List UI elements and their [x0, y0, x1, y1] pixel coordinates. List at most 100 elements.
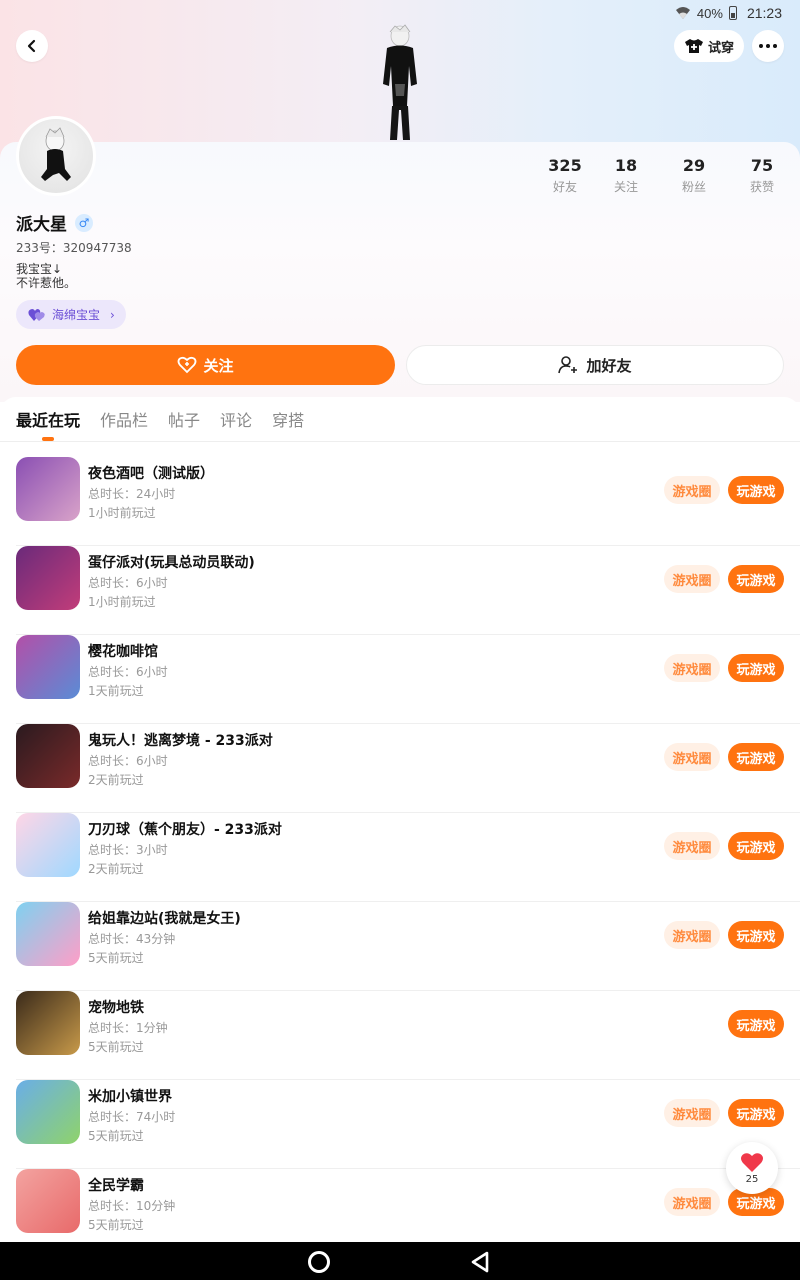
- game-total-duration: 总时长：1分钟: [88, 1021, 168, 1035]
- home-nav-icon[interactable]: [308, 1251, 330, 1273]
- game-row[interactable]: 刀刃球（蕉个朋友）- 233派对 总时长：3小时 2天前玩过 游戏圈 玩游戏: [0, 813, 800, 902]
- game-name: 米加小镇世界: [88, 1089, 172, 1105]
- game-icon[interactable]: [16, 991, 80, 1055]
- like-count: 25: [745, 1173, 759, 1185]
- game-name: 鬼玩人！逃离梦境 - 233派对: [88, 733, 273, 749]
- bio-line: 我宝宝↓: [16, 262, 63, 276]
- back-button[interactable]: [16, 30, 48, 62]
- game-circle-button[interactable]: 游戏圈: [664, 654, 720, 682]
- game-total-duration: 总时长：6小时: [88, 754, 168, 768]
- game-total-duration: 总时长：6小时: [88, 576, 168, 590]
- game-circle-button[interactable]: 游戏圈: [664, 1188, 720, 1216]
- game-icon[interactable]: [16, 457, 80, 521]
- stat-value: 18: [614, 156, 638, 175]
- tab-works[interactable]: 作品栏: [100, 407, 148, 431]
- game-last-played: 5天前玩过: [88, 1218, 144, 1232]
- tab-comments[interactable]: 评论: [220, 407, 252, 431]
- game-total-duration: 总时长：24小时: [88, 487, 176, 501]
- game-last-played: 5天前玩过: [88, 1040, 144, 1054]
- game-total-duration: 总时长：6小时: [88, 665, 168, 679]
- game-row[interactable]: 给姐靠边站(我就是女王) 总时长：43分钟 5天前玩过 游戏圈 玩游戏: [0, 902, 800, 991]
- game-name: 蛋仔派对(玩具总动员联动): [88, 555, 255, 571]
- clock: 21:23: [746, 5, 782, 21]
- game-icon[interactable]: [16, 546, 80, 610]
- play-game-button[interactable]: 玩游戏: [728, 921, 784, 949]
- try-on-label: 试穿: [707, 40, 734, 56]
- game-row[interactable]: 宠物地铁总时长：1分钟 5天前玩过 玩游戏: [0, 991, 800, 1080]
- avatar-character-figure[interactable]: [365, 24, 435, 144]
- username-text: 派大星: [16, 215, 67, 235]
- stat-friends[interactable]: 325 好友: [535, 156, 595, 195]
- game-last-played: 5天前玩过: [88, 951, 144, 965]
- stat-likes[interactable]: 75 获赞: [732, 156, 792, 195]
- game-circle-button[interactable]: 游戏圈: [664, 565, 720, 593]
- stat-label: 好友: [552, 180, 577, 194]
- play-game-button[interactable]: 玩游戏: [728, 476, 784, 504]
- chevron-left-icon: [27, 39, 36, 53]
- game-name: 刀刃球（蕉个朋友）- 233派对: [88, 822, 282, 838]
- stat-value: 325: [548, 156, 582, 175]
- play-game-button[interactable]: 玩游戏: [728, 565, 784, 593]
- tab-posts[interactable]: 帖子: [168, 407, 200, 431]
- game-icon[interactable]: [16, 902, 80, 966]
- game-name: 宠物地铁: [88, 1000, 144, 1016]
- game-row[interactable]: 夜色酒吧（测试版） 总时长：24小时 1小时前玩过 游戏圈 玩游戏: [0, 457, 800, 546]
- play-game-button[interactable]: 玩游戏: [728, 654, 784, 682]
- gender-male-icon: ♂: [75, 213, 93, 232]
- avatar-figure-icon: [41, 127, 71, 181]
- user-id[interactable]: 233号：320947738: [16, 239, 132, 256]
- relationship-badge[interactable]: 海绵宝宝 ›: [16, 300, 126, 329]
- more-button[interactable]: [752, 30, 784, 62]
- battery-icon: [728, 6, 737, 20]
- back-nav-icon[interactable]: [470, 1251, 490, 1273]
- stat-following[interactable]: 18 关注: [596, 156, 656, 195]
- game-circle-button[interactable]: 游戏圈: [664, 1099, 720, 1127]
- game-name: 给姐靠边站(我就是女王): [88, 911, 241, 927]
- shirt-icon: [684, 39, 703, 53]
- game-circle-button[interactable]: 游戏圈: [664, 743, 720, 771]
- game-icon[interactable]: [16, 1169, 80, 1233]
- tab-recently-played[interactable]: 最近在玩: [16, 407, 80, 441]
- try-on-button[interactable]: 试穿: [674, 30, 744, 62]
- add-user-icon: [558, 356, 578, 374]
- game-row[interactable]: 樱花咖啡馆 总时长：6小时 1天前玩过 游戏圈 玩游戏: [0, 635, 800, 724]
- tab-outfits[interactable]: 穿搭: [272, 407, 304, 431]
- game-circle-button[interactable]: 游戏圈: [664, 832, 720, 860]
- game-circle-button[interactable]: 游戏圈: [664, 921, 720, 949]
- game-last-played: 2天前玩过: [88, 862, 144, 876]
- tabs-divider: [0, 441, 800, 442]
- heart-icon: [741, 1152, 763, 1172]
- game-last-played: 1小时前玩过: [88, 506, 156, 520]
- add-friend-button[interactable]: 加好友: [406, 345, 784, 385]
- game-total-duration: 总时长：43分钟: [88, 932, 176, 946]
- game-icon[interactable]: [16, 813, 80, 877]
- game-last-played: 1小时前玩过: [88, 595, 156, 609]
- game-icon[interactable]: [16, 635, 80, 699]
- play-game-button[interactable]: 玩游戏: [728, 832, 784, 860]
- user-bio: 我宝宝↓ 不许惹他。: [16, 262, 76, 290]
- profile-tabs: 最近在玩 作品栏 帖子 评论 穿搭: [16, 407, 304, 441]
- game-row[interactable]: 蛋仔派对(玩具总动员联动) 总时长：6小时 1小时前玩过 游戏圈 玩游戏: [0, 546, 800, 635]
- game-last-played: 1天前玩过: [88, 684, 144, 698]
- heart-plus-icon: [178, 356, 197, 374]
- play-game-button[interactable]: 玩游戏: [728, 743, 784, 771]
- user-avatar[interactable]: [16, 116, 96, 196]
- game-circle-button[interactable]: 游戏圈: [664, 476, 720, 504]
- stat-value: 75: [750, 156, 774, 175]
- play-game-button[interactable]: 玩游戏: [728, 1010, 784, 1038]
- game-total-duration: 总时长：10分钟: [88, 1199, 176, 1213]
- game-row[interactable]: 米加小镇世界 总时长：74小时 5天前玩过 游戏圈 玩游戏: [0, 1080, 800, 1169]
- stat-label: 关注: [613, 180, 638, 194]
- like-floating-button[interactable]: 25: [726, 1142, 778, 1194]
- stat-value: 29: [682, 156, 706, 175]
- stat-fans[interactable]: 29 粉丝: [664, 156, 724, 195]
- game-row[interactable]: 鬼玩人！逃离梦境 - 233派对 总时长：6小时 2天前玩过 游戏圈 玩游戏: [0, 724, 800, 813]
- game-icon[interactable]: [16, 1080, 80, 1144]
- follow-button[interactable]: 关注: [16, 345, 395, 385]
- game-icon[interactable]: [16, 724, 80, 788]
- game-name: 全民学霸: [88, 1178, 144, 1194]
- double-heart-icon: [28, 308, 45, 321]
- play-game-button[interactable]: 玩游戏: [728, 1099, 784, 1127]
- system-nav-bar: [0, 1242, 800, 1280]
- follow-label: 关注: [203, 356, 234, 375]
